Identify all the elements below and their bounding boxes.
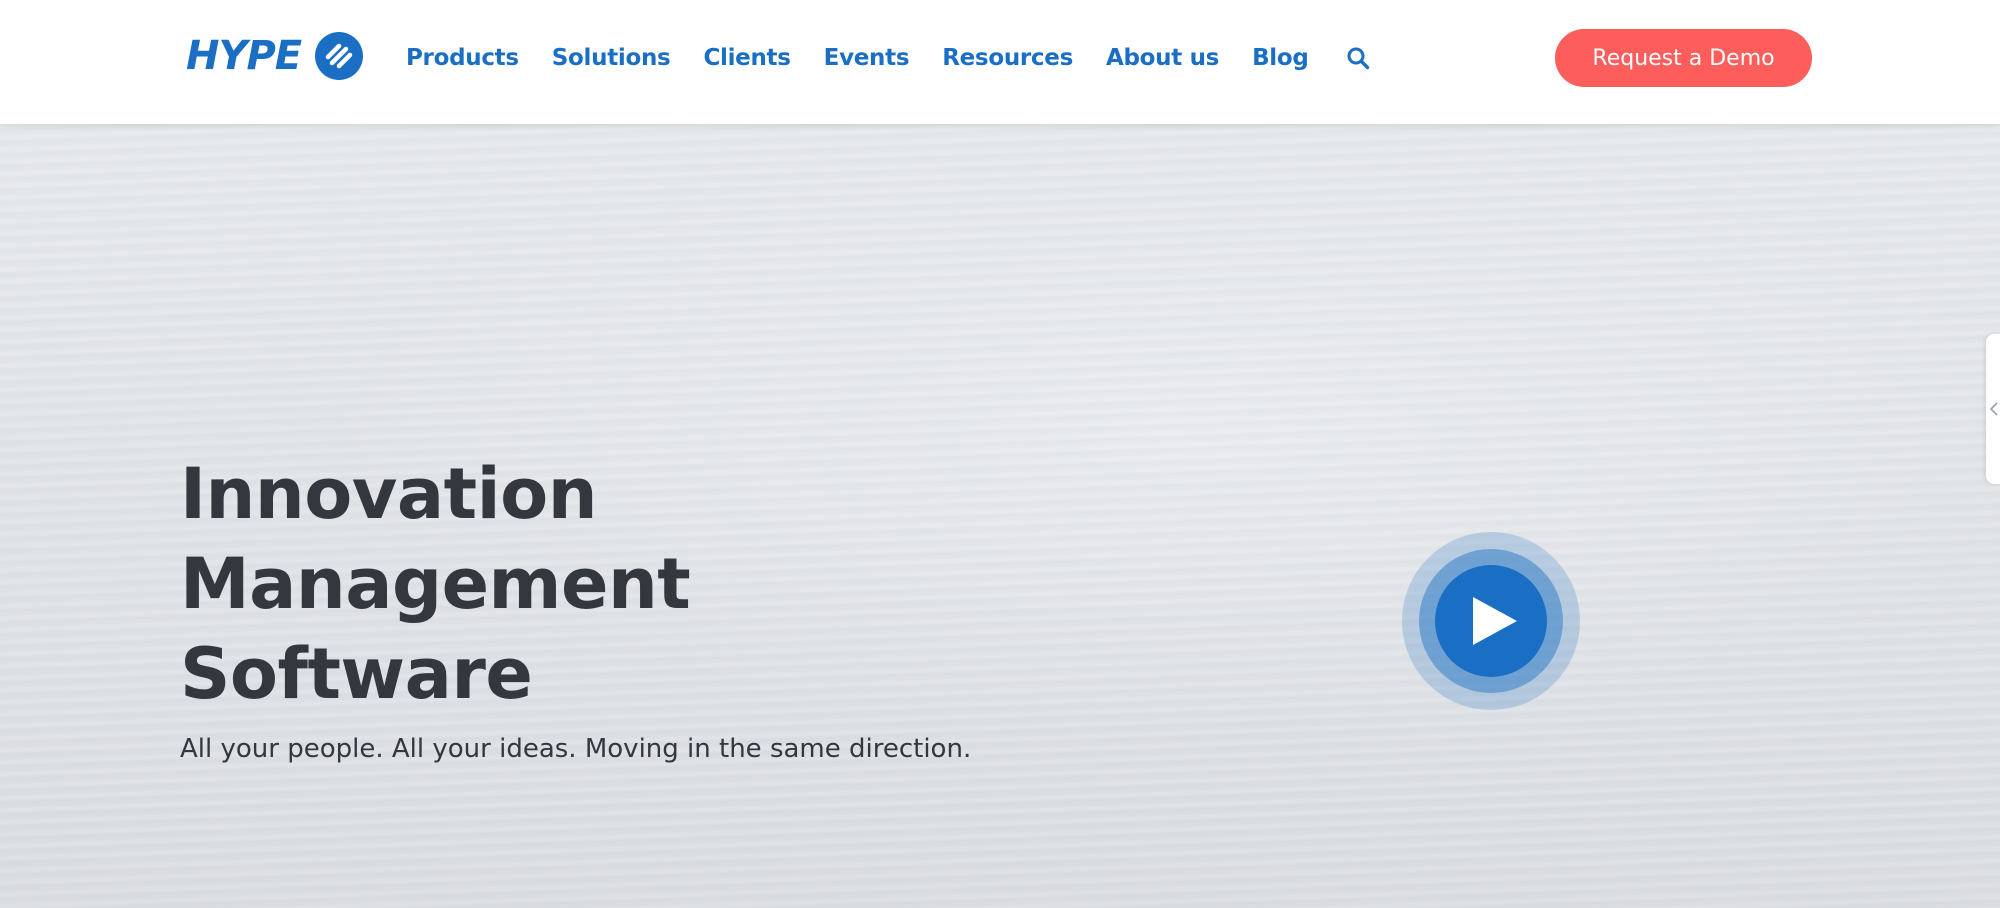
play-button-ring xyxy=(1419,549,1563,693)
side-panel-tab[interactable] xyxy=(1986,334,2000,484)
play-video-button[interactable] xyxy=(1402,532,1580,710)
nav-item-blog[interactable]: Blog xyxy=(1252,45,1309,71)
search-icon[interactable] xyxy=(1346,46,1370,70)
hero-title-line: Management xyxy=(180,543,691,625)
hero-section: Innovation Management Software All your … xyxy=(0,124,2000,908)
nav-item-events[interactable]: Events xyxy=(824,45,910,71)
nav-item-resources[interactable]: Resources xyxy=(942,45,1073,71)
chevron-left-icon xyxy=(1989,402,1998,416)
logo-wordmark: HYPE xyxy=(186,33,302,79)
hero-title-line: Innovation xyxy=(180,453,598,535)
main-nav: Products Solutions Clients Events Resour… xyxy=(406,38,1370,78)
hero-subtitle: All your people. All your ideas. Moving … xyxy=(180,734,972,764)
nav-item-solutions[interactable]: Solutions xyxy=(552,45,671,71)
nav-item-clients[interactable]: Clients xyxy=(703,45,791,71)
nav-item-about-us[interactable]: About us xyxy=(1106,45,1219,71)
play-icon xyxy=(1473,597,1517,645)
hype-logo[interactable]: HYPE xyxy=(186,32,364,80)
request-demo-button[interactable]: Request a Demo xyxy=(1555,29,1812,87)
nav-item-products[interactable]: Products xyxy=(406,45,519,71)
site-header: HYPE Products Solutions Clients Events R… xyxy=(0,0,2000,124)
hero-title-line: Software xyxy=(180,633,533,715)
hero-title: Innovation Management Software xyxy=(180,449,1080,719)
page: HYPE Products Solutions Clients Events R… xyxy=(0,0,2000,908)
play-button-core xyxy=(1435,565,1547,677)
hype-logo-icon xyxy=(315,32,364,80)
